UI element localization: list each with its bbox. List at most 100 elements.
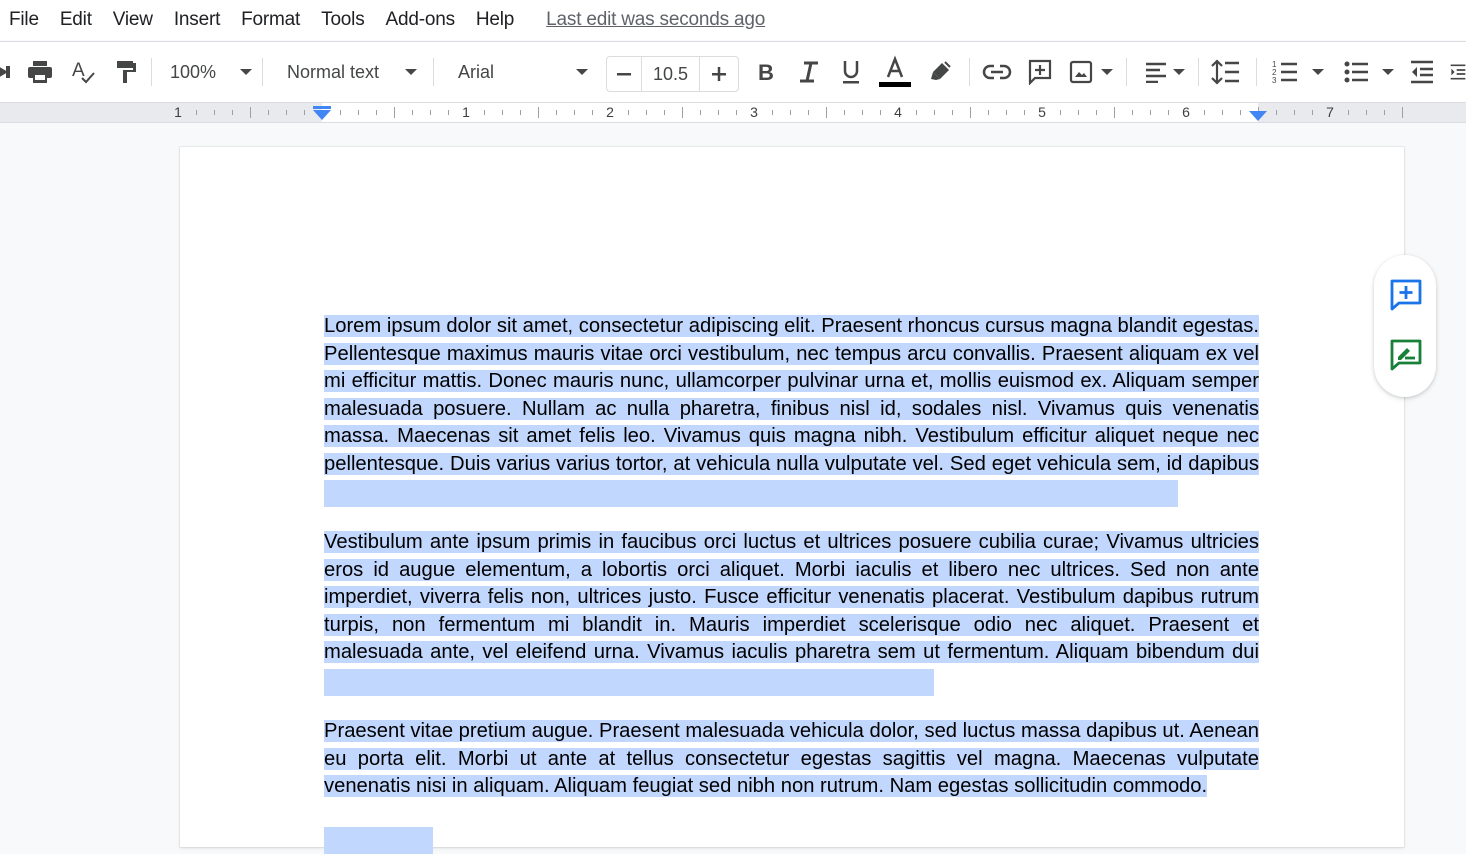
ruler-tick [862,110,863,115]
selected-text[interactable]: Vestibulum ante ipsum primis in faucibus… [324,531,1259,691]
ruler-tick [1294,110,1295,115]
menu-help[interactable]: Help [476,9,514,31]
print-button[interactable] [26,54,54,90]
ruler-tick [1078,110,1079,115]
ruler-tick [1150,110,1151,115]
left-indent-handle[interactable] [313,110,331,120]
highlight-button[interactable] [926,54,954,90]
selected-text[interactable]: Praesent vitae pretium augue. Praesent m… [324,720,1259,797]
document-page[interactable]: Lorem ipsum dolor sit amet, consectetur … [180,147,1404,854]
bold-icon: B [758,60,774,84]
ruler-tick [646,110,647,115]
ruler-tick [268,110,269,115]
font-size-input[interactable]: 10.5 [642,57,700,91]
ruler-tick [214,110,215,115]
ruler-tick [1204,110,1205,115]
document-canvas: Lorem ipsum dolor sit amet, consectetur … [0,124,1466,854]
menu-format[interactable]: Format [241,9,300,31]
chevron-down-icon [405,69,417,75]
ruler-tick [412,110,413,115]
ruler-tick [502,110,503,115]
right-indent-handle[interactable] [1249,111,1267,121]
line-spacing-button[interactable] [1210,54,1242,90]
font-select[interactable]: Arial [458,54,592,90]
add-comment-side-button[interactable] [1389,277,1423,311]
ruler-tick [538,107,539,118]
first-line-indent-handle[interactable] [313,106,331,109]
paragraph-1[interactable]: Lorem ipsum dolor sit amet, consectetur … [324,313,1259,506]
minus-icon [617,73,631,76]
menu-edit[interactable]: Edit [60,9,92,31]
text-color-button[interactable] [878,54,912,90]
menu-tools[interactable]: Tools [321,9,365,31]
ruler-tick [736,110,737,115]
toolbar: A 100% Normal text Arial 10.5 B 1 2 3 [0,41,1466,102]
italic-button[interactable] [796,54,822,90]
zoom-select[interactable]: 100% [166,54,256,90]
underline-icon [843,61,859,84]
ruler-tick [304,110,305,115]
suggest-edit-side-button[interactable] [1389,337,1423,371]
ruler-tick [250,107,251,118]
ruler-tick [358,110,359,115]
ruler-number: 2 [606,104,614,120]
add-comment-button[interactable] [1026,54,1054,90]
increase-font-size-button[interactable] [700,57,738,91]
ruler-tick [772,110,773,115]
chevron-down-icon [1382,69,1394,75]
bulleted-list-button[interactable] [1342,54,1396,90]
ruler-tick [1366,110,1367,115]
ruler-tick [1348,110,1349,115]
plus-icon [712,67,726,81]
italic-icon [800,61,818,83]
ruler-tick [934,110,935,115]
decrease-font-size-button[interactable] [607,57,642,91]
ruler-tick [700,110,701,115]
selected-text[interactable]: Lorem ipsum dolor sit amet, consectetur … [324,315,1259,502]
paragraph-3[interactable]: Praesent vitae pretium augue. Praesent m… [324,718,1259,801]
chevron-down-icon [576,69,588,75]
ruler-number: 1 [174,104,182,120]
style-select[interactable]: Normal text [287,54,421,90]
ruler-tick [556,110,557,115]
ruler-tick [574,110,575,115]
last-edit-link[interactable]: Last edit was seconds ago [546,9,765,31]
svg-text:3: 3 [1272,76,1277,85]
bold-button[interactable]: B [754,54,780,90]
ruler-tick [880,110,881,115]
decrease-indent-button[interactable] [1409,54,1435,90]
insert-link-button[interactable] [982,54,1012,90]
spellcheck-icon: A [72,60,95,84]
ruler-tick [484,110,485,115]
redo-icon [0,66,10,78]
menu-view[interactable]: View [113,9,153,31]
ruler-tick [1312,110,1313,115]
toolbar-separator [1256,58,1257,86]
numbered-list-button[interactable]: 123 [1270,54,1326,90]
menu-insert[interactable]: Insert [174,9,221,31]
menu-add-ons[interactable]: Add-ons [386,9,456,31]
increase-indent-button[interactable] [1450,54,1466,90]
ruler-tick [1222,110,1223,115]
redo-button[interactable] [0,54,14,90]
ruler-tick [664,110,665,115]
underline-button[interactable] [838,54,864,90]
line-spacing-icon [1211,59,1239,85]
ruler[interactable]: 1 1 2 3 4 5 6 7 [0,102,1466,123]
add-comment-icon [1390,279,1422,311]
paint-format-button[interactable] [113,54,139,90]
font-size-stepper: 10.5 [606,56,739,92]
highlight-icon [931,61,951,80]
text-color-icon [879,55,911,87]
print-icon [28,61,52,83]
selection-highlight [324,669,934,696]
align-button[interactable] [1142,54,1188,90]
selection-highlight [324,827,433,854]
ruler-tick [628,110,629,115]
toolbar-separator [262,58,263,86]
spellcheck-button[interactable]: A [70,54,98,90]
insert-image-button[interactable] [1066,54,1116,90]
menu-file[interactable]: File [9,9,39,31]
ruler-tick [232,110,233,115]
toolbar-separator [433,58,434,86]
